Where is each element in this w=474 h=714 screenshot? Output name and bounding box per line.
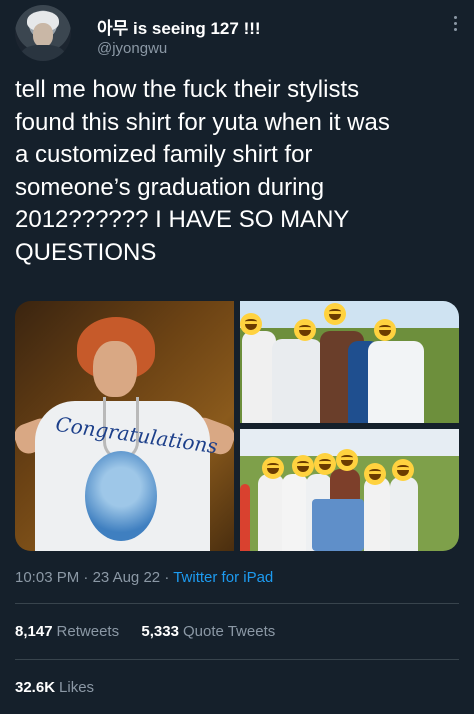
retweets-label: Retweets: [56, 623, 120, 640]
divider: [15, 603, 459, 604]
quotes-count: 5,333: [141, 623, 179, 640]
quotes-label: Quote Tweets: [182, 623, 276, 640]
retweets-stat[interactable]: 8,147 Retweets: [15, 623, 119, 640]
engagement-stats: 8,147 Retweets 5,333 Quote Tweets: [15, 623, 275, 640]
smile-emoji: [336, 449, 358, 471]
likes-stat[interactable]: 32.6K Likes: [15, 679, 94, 696]
quotes-stat[interactable]: 5,333 Quote Tweets: [141, 623, 275, 640]
tweet-time[interactable]: 10:03 PM: [15, 569, 79, 586]
display-name[interactable]: 아무 is seeing 127 !!!: [97, 14, 261, 39]
smile-emoji: [364, 463, 386, 485]
likes-count: 32.6K: [15, 679, 56, 696]
more-options-icon[interactable]: [451, 13, 459, 33]
photo-family-top[interactable]: [240, 301, 459, 423]
smile-emoji: [292, 455, 314, 477]
tweet-meta: 10:03 PM · 23 Aug 22 · Twitter for iPad: [15, 569, 274, 586]
tweet-source-link[interactable]: Twitter for iPad: [173, 569, 273, 586]
retweets-count: 8,147: [15, 623, 53, 640]
likes-label: Likes: [59, 679, 95, 696]
avatar[interactable]: [15, 5, 71, 61]
photo-performer[interactable]: Congratulations: [15, 301, 234, 551]
photo-family-bottom[interactable]: [240, 429, 459, 551]
tweet-header: 아무 is seeing 127 !!! @jyongwu: [15, 5, 459, 65]
smile-emoji: [324, 303, 346, 325]
smile-emoji: [240, 313, 262, 335]
divider: [15, 659, 459, 660]
smile-emoji: [392, 459, 414, 481]
user-handle[interactable]: @jyongwu: [97, 40, 167, 57]
smile-emoji: [314, 453, 336, 475]
tweet-text: tell me how the fuck their stylists foun…: [15, 76, 390, 266]
tweet-date[interactable]: 23 Aug 22: [93, 569, 161, 586]
smile-emoji: [374, 319, 396, 341]
smile-emoji: [294, 319, 316, 341]
media-grid: Congratulations: [15, 301, 459, 551]
smile-emoji: [262, 457, 284, 479]
